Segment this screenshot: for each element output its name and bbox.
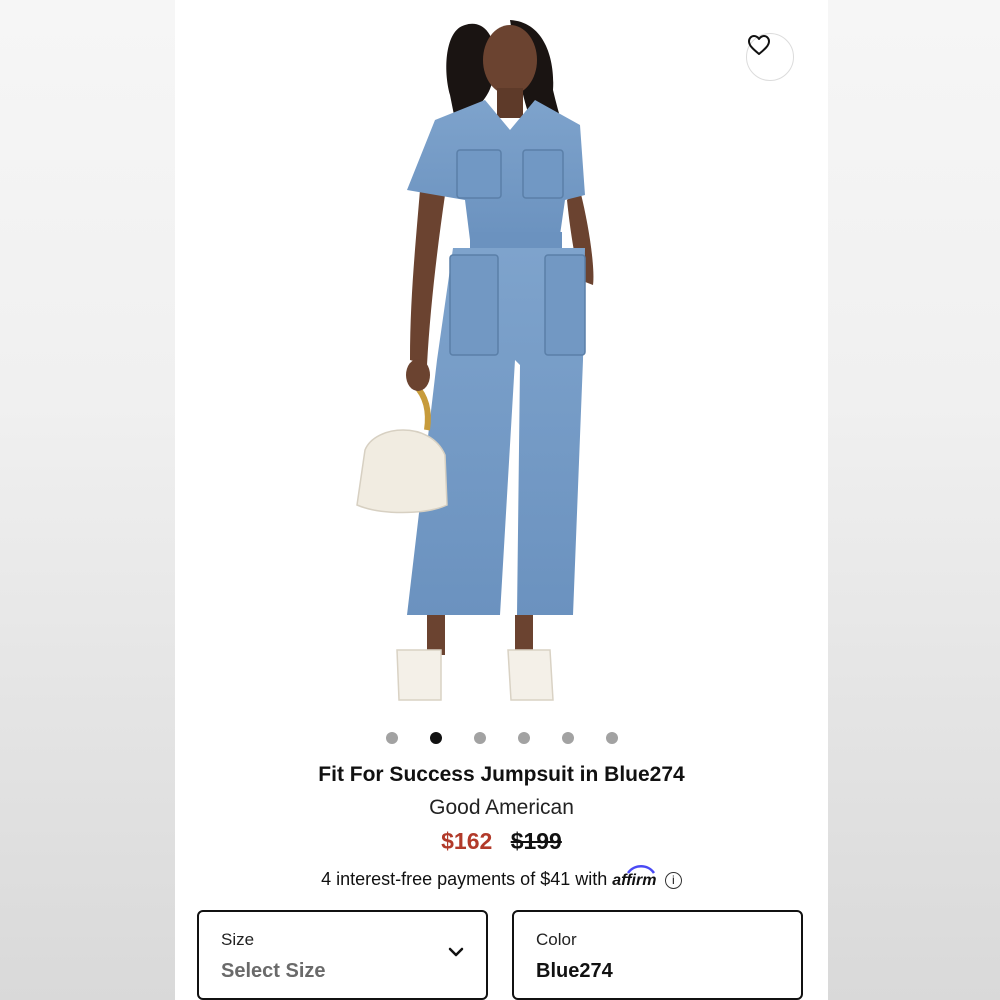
financing-info: 4 interest-free payments of $41 with aff…	[175, 865, 828, 890]
financing-text: 4 interest-free payments of $41 with	[321, 869, 608, 889]
heart-icon	[748, 35, 770, 55]
color-value: Blue274	[536, 960, 613, 982]
product-brand[interactable]: Good American	[175, 796, 828, 820]
affirm-logo: affirm	[612, 865, 661, 889]
gallery-dot-5[interactable]	[561, 732, 574, 744]
color-label: Color	[536, 930, 577, 949]
gallery-dot-3[interactable]	[473, 732, 486, 744]
size-selector[interactable]: Size Select Size	[197, 910, 488, 1000]
affirm-provider-label: affirm	[612, 872, 657, 889]
sale-price: $162	[441, 828, 493, 854]
color-selector[interactable]: Color Blue274	[512, 910, 803, 1000]
product-title: Fit For Success Jumpsuit in Blue274	[318, 763, 685, 786]
gallery-dot-1[interactable]	[385, 732, 398, 744]
size-placeholder: Select Size	[221, 960, 326, 982]
product-image[interactable]	[175, 0, 828, 725]
product-card: Fit For Success Jumpsuit in Blue274 Good…	[175, 0, 828, 1000]
wishlist-button[interactable]	[746, 33, 794, 81]
size-label: Size	[221, 930, 255, 949]
blurred-backdrop-right	[828, 0, 1000, 1000]
info-icon[interactable]: i	[664, 871, 682, 889]
original-price: $199	[510, 828, 562, 854]
chevron-down-icon	[448, 947, 464, 957]
model-illustration	[356, 20, 594, 701]
gallery-dot-6[interactable]	[605, 732, 618, 744]
gallery-dot-4[interactable]	[517, 732, 530, 744]
gallery-pagination	[175, 732, 828, 744]
price-block: $162 $199	[175, 828, 828, 855]
affirm-arc-icon	[627, 865, 656, 874]
gallery-dot-2[interactable]	[429, 732, 442, 744]
blurred-backdrop-left	[0, 0, 175, 1000]
